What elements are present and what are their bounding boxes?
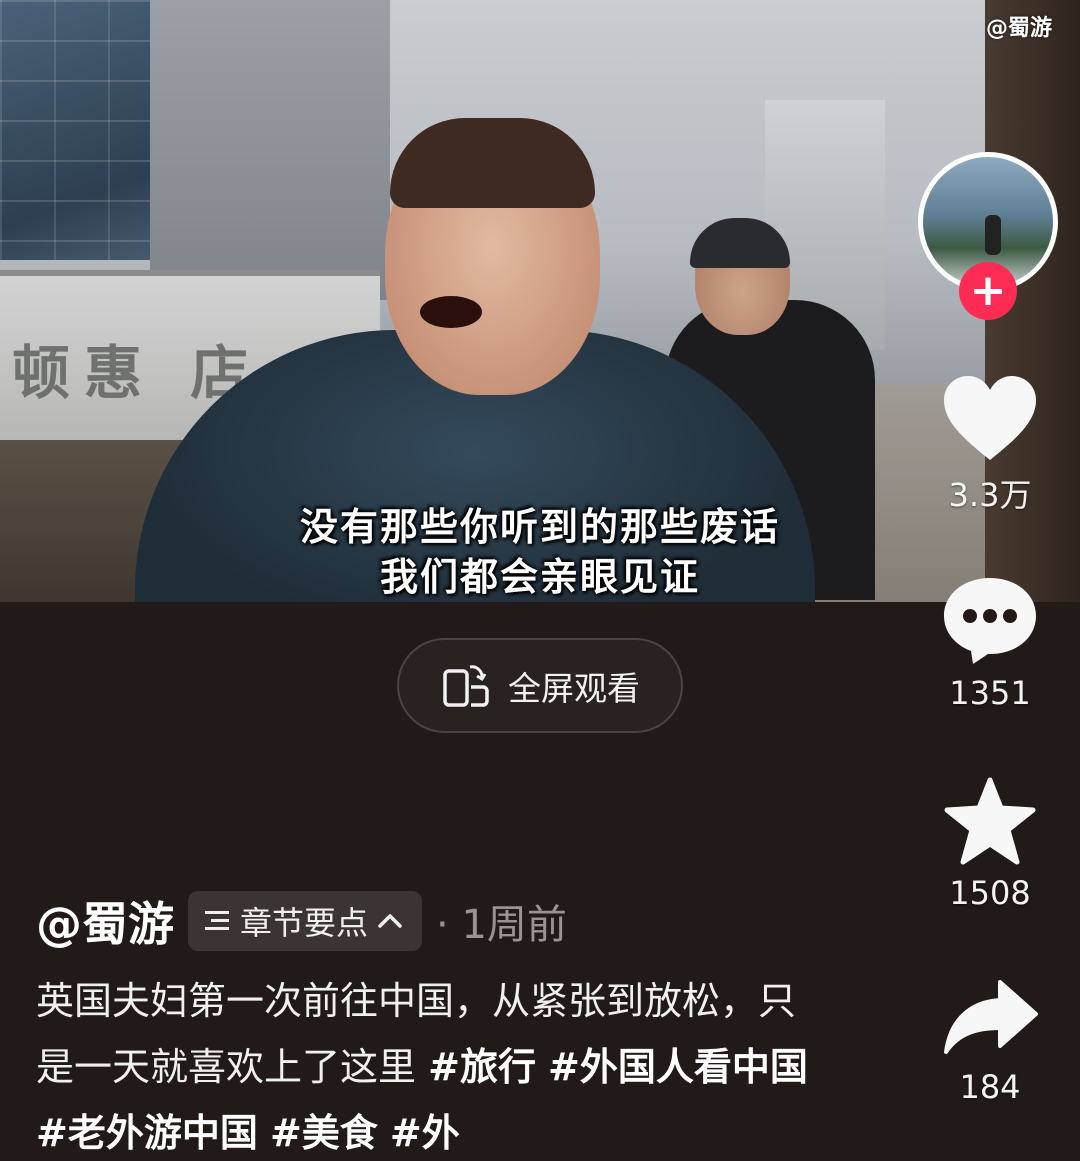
author-name[interactable]: @蜀游 [36, 888, 174, 954]
star-icon [944, 777, 1036, 865]
plus-icon: + [969, 265, 1007, 316]
grey-building [150, 0, 390, 300]
chevron-up-icon [378, 914, 402, 928]
avatar-figure [985, 215, 1001, 255]
post-caption[interactable]: 英国夫妇第一次前往中国，从紧张到放松，只是一天就喜欢上了这里 #旅行 #外国人看… [36, 968, 816, 1161]
hashtag[interactable]: #外国人看中国 [548, 1045, 808, 1089]
follow-button[interactable]: + [959, 262, 1017, 320]
share-button[interactable]: 184 [915, 978, 1065, 1106]
favorite-button[interactable]: 1508 [915, 776, 1065, 912]
rotate-screen-icon [443, 664, 489, 707]
fullscreen-button[interactable]: 全屏观看 [397, 638, 683, 733]
fullscreen-label: 全屏观看 [508, 668, 640, 708]
hashtag[interactable]: #老外游中国 [36, 1111, 258, 1155]
woman-hair [390, 118, 595, 208]
video-watermark: @蜀游 [985, 16, 1052, 41]
hashtag[interactable]: #美食 [270, 1111, 378, 1155]
woman-mouth [420, 296, 482, 328]
favorite-count: 1508 [949, 874, 1031, 912]
like-button[interactable]: 3.3万 [915, 372, 1065, 516]
hashtag[interactable]: #外 [390, 1111, 460, 1155]
comment-bubble-icon [944, 578, 1036, 664]
list-icon [205, 911, 229, 930]
author-row: @蜀游 章节要点 · 1周前 [36, 888, 567, 954]
hashtag[interactable]: #旅行 [428, 1045, 536, 1089]
chapter-chip-label: 章节要点 [240, 904, 369, 942]
heart-icon [944, 376, 1036, 460]
share-arrow-icon [944, 980, 1038, 1054]
post-time: · 1周前 [436, 902, 567, 948]
comment-button[interactable]: 1351 [915, 574, 1065, 712]
share-count: 184 [959, 1068, 1021, 1106]
comment-count: 1351 [949, 674, 1031, 712]
like-count: 3.3万 [948, 476, 1032, 514]
chapter-highlights-button[interactable]: 章节要点 [188, 891, 423, 951]
